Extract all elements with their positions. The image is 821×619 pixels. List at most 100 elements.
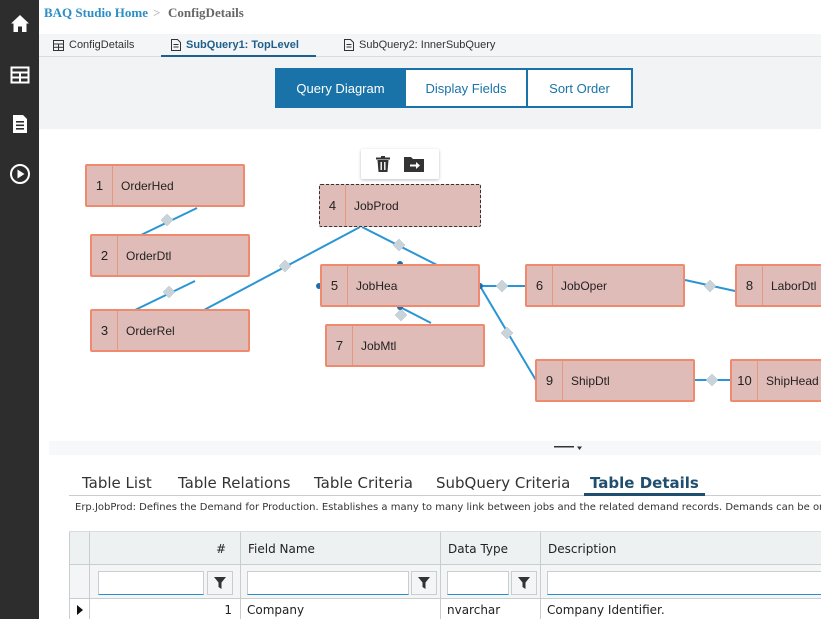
table-detail-tabs: Table List Table Relations Table Criteri… bbox=[69, 472, 821, 496]
cell-field-name: Company bbox=[241, 599, 441, 619]
grid-header: # Field Name Data Type Description bbox=[70, 532, 821, 565]
documents-button[interactable] bbox=[0, 104, 39, 144]
node-number: 1 bbox=[87, 166, 113, 205]
node-toolbar bbox=[361, 149, 439, 179]
filter-input-field-name[interactable] bbox=[247, 571, 409, 595]
node-number: 10 bbox=[732, 361, 758, 400]
link-orderdtl-orderrel bbox=[134, 280, 196, 311]
filter-icon bbox=[418, 577, 430, 589]
table-fields-grid: # Field Name Data Type Description 1 Com… bbox=[69, 532, 821, 619]
node-number: 8 bbox=[737, 266, 763, 305]
node-name: ShipHead bbox=[766, 373, 819, 388]
filter-cell-number bbox=[90, 565, 241, 599]
table-description: Erp.JobProd: Defines the Demand for Prod… bbox=[69, 497, 821, 532]
node-name: JobHead bbox=[356, 278, 398, 293]
sort-order-button[interactable]: Sort Order bbox=[526, 68, 633, 108]
node-number: 6 bbox=[527, 266, 553, 305]
tab-table-criteria[interactable]: Table Criteria bbox=[314, 474, 413, 492]
tab-subquery-criteria[interactable]: SubQuery Criteria bbox=[436, 474, 570, 492]
panel-splitter[interactable] bbox=[49, 441, 821, 455]
grid-row-indicator-header bbox=[70, 532, 90, 565]
filter-cell-field-name bbox=[241, 565, 441, 599]
node-name: JobMtl bbox=[361, 338, 397, 353]
filter-button-field-name[interactable] bbox=[411, 571, 437, 595]
tables-button[interactable] bbox=[0, 55, 39, 95]
tab-table-list[interactable]: Table List bbox=[82, 474, 152, 492]
home-icon bbox=[10, 15, 29, 32]
filter-button-number[interactable] bbox=[207, 571, 233, 595]
column-header-description[interactable]: Description bbox=[541, 532, 821, 565]
query-diagram-canvas[interactable]: 1 OrderHed 2 OrderDtl 3 OrderRel 4 JobPr… bbox=[49, 129, 821, 441]
grid-table-icon bbox=[10, 66, 29, 84]
node-number: 2 bbox=[92, 236, 118, 275]
document-icon bbox=[171, 39, 181, 51]
breadcrumb: BAQ Studio Home > ConfigDetails bbox=[39, 0, 821, 34]
folder-move-icon bbox=[404, 157, 424, 172]
table-node-jobopr[interactable]: 6 JobOper bbox=[525, 264, 685, 307]
node-number: 5 bbox=[322, 266, 348, 305]
table-row[interactable]: 1 Company nvarchar Company Identifier. bbox=[70, 599, 821, 619]
filter-icon bbox=[518, 577, 530, 589]
tab-subquery2[interactable]: SubQuery2: InnerSubQuery bbox=[344, 34, 495, 56]
grid-filter-row bbox=[70, 565, 821, 599]
filter-spacer bbox=[70, 565, 90, 599]
table-node-jobprod[interactable]: 4 JobProd bbox=[319, 184, 481, 227]
filter-input-description[interactable] bbox=[547, 571, 821, 595]
trash-icon bbox=[376, 156, 390, 172]
node-number: 7 bbox=[327, 326, 353, 365]
display-fields-button[interactable]: Display Fields bbox=[404, 68, 528, 108]
node-name: OrderDtl bbox=[126, 248, 172, 263]
link-marker bbox=[495, 279, 509, 293]
link-marker bbox=[705, 373, 719, 387]
table-node-orderrel[interactable]: 3 OrderRel bbox=[90, 309, 250, 352]
column-header-number[interactable]: # bbox=[90, 532, 241, 565]
row-pointer-icon bbox=[76, 605, 83, 615]
filter-input-number[interactable] bbox=[98, 571, 204, 595]
filter-cell-description bbox=[541, 565, 821, 599]
node-number: 9 bbox=[537, 361, 563, 400]
filter-input-data-type[interactable] bbox=[447, 571, 509, 595]
node-number: 3 bbox=[92, 311, 118, 350]
nav-rail bbox=[0, 0, 39, 619]
table-node-jobmtl[interactable]: 7 JobMtl bbox=[325, 324, 485, 367]
document-icon bbox=[344, 39, 354, 51]
move-node-button[interactable] bbox=[404, 156, 424, 172]
table-node-orderhed[interactable]: 1 OrderHed bbox=[85, 164, 245, 207]
table-node-shiphead[interactable]: 10 ShipHead bbox=[730, 359, 821, 402]
node-name: OrderHed bbox=[121, 178, 174, 193]
delete-node-button[interactable] bbox=[376, 156, 390, 172]
column-header-field-name[interactable]: Field Name bbox=[241, 532, 441, 565]
table-node-jobhead[interactable]: 5 JobHead bbox=[320, 264, 480, 307]
row-indicator bbox=[70, 599, 90, 619]
table-icon bbox=[53, 39, 64, 51]
play-circle-icon bbox=[9, 164, 30, 184]
query-diagram-button[interactable]: Query Diagram bbox=[275, 68, 406, 108]
cell-description: Company Identifier. bbox=[547, 603, 665, 617]
cell-number: 1 bbox=[90, 599, 241, 619]
column-header-data-type[interactable]: Data Type bbox=[441, 532, 541, 565]
table-node-orderdtl[interactable]: 2 OrderDtl bbox=[90, 234, 250, 277]
filter-icon bbox=[214, 577, 226, 589]
node-name: JobOper bbox=[561, 278, 608, 293]
node-name: LaborDtl bbox=[771, 278, 817, 293]
home-button[interactable] bbox=[0, 4, 39, 44]
node-name: ShipDtl bbox=[571, 373, 610, 388]
filter-button-data-type[interactable] bbox=[511, 571, 537, 595]
node-name: JobProd bbox=[354, 198, 399, 213]
query-tabs: ConfigDetails SubQuery1: TopLevel SubQue… bbox=[39, 34, 821, 57]
link-marker bbox=[703, 279, 717, 293]
breadcrumb-home-link[interactable]: BAQ Studio Home bbox=[44, 5, 148, 21]
tab-configdetails[interactable]: ConfigDetails bbox=[53, 34, 134, 56]
tab-label: ConfigDetails bbox=[69, 39, 135, 51]
tab-label: SubQuery2: InnerSubQuery bbox=[359, 39, 496, 51]
table-node-labordtl[interactable]: 8 LaborDtl bbox=[735, 264, 821, 307]
filter-cell-data-type bbox=[441, 565, 541, 599]
tab-table-details[interactable]: Table Details bbox=[584, 474, 705, 496]
tab-subquery1[interactable]: SubQuery1: TopLevel bbox=[161, 34, 316, 57]
node-name: OrderRel bbox=[126, 323, 175, 338]
run-button[interactable] bbox=[0, 154, 39, 194]
tab-table-relations[interactable]: Table Relations bbox=[178, 474, 290, 492]
breadcrumb-current: ConfigDetails bbox=[168, 5, 244, 20]
document-icon bbox=[12, 115, 27, 133]
table-node-shipdtl[interactable]: 9 ShipDtl bbox=[535, 359, 695, 402]
